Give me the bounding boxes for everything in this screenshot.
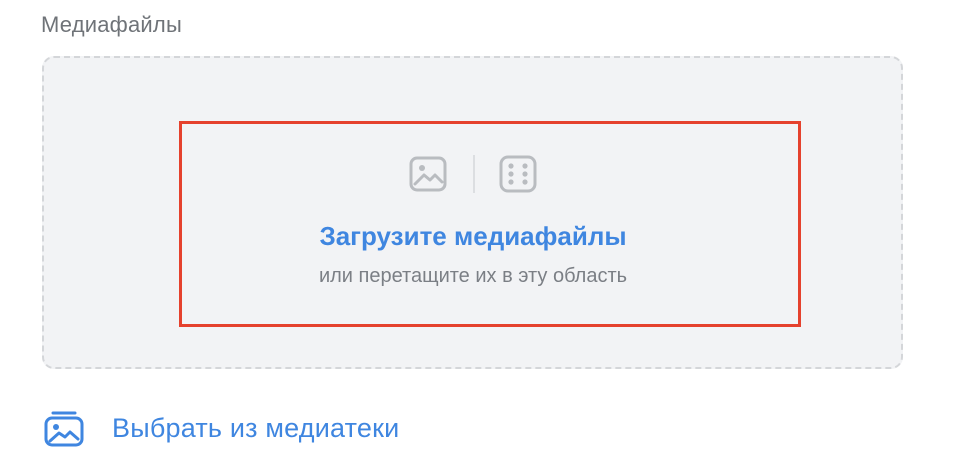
- section-label: Медиафайлы: [41, 12, 182, 37]
- dropzone-icon-row: [0, 155, 960, 193]
- icon-divider: [473, 155, 475, 193]
- choose-from-library-button[interactable]: Выбрать из медиатеки: [44, 408, 399, 448]
- drag-drop-hint: или перетащите их в эту область: [318, 265, 628, 287]
- dice-icon: [499, 155, 537, 193]
- choose-from-library-label: Выбрать из медиатеки: [112, 413, 400, 443]
- image-icon: [409, 155, 447, 193]
- media-library-icon: [44, 408, 84, 448]
- upload-media-link[interactable]: Загрузите медиафайлы: [0, 218, 946, 254]
